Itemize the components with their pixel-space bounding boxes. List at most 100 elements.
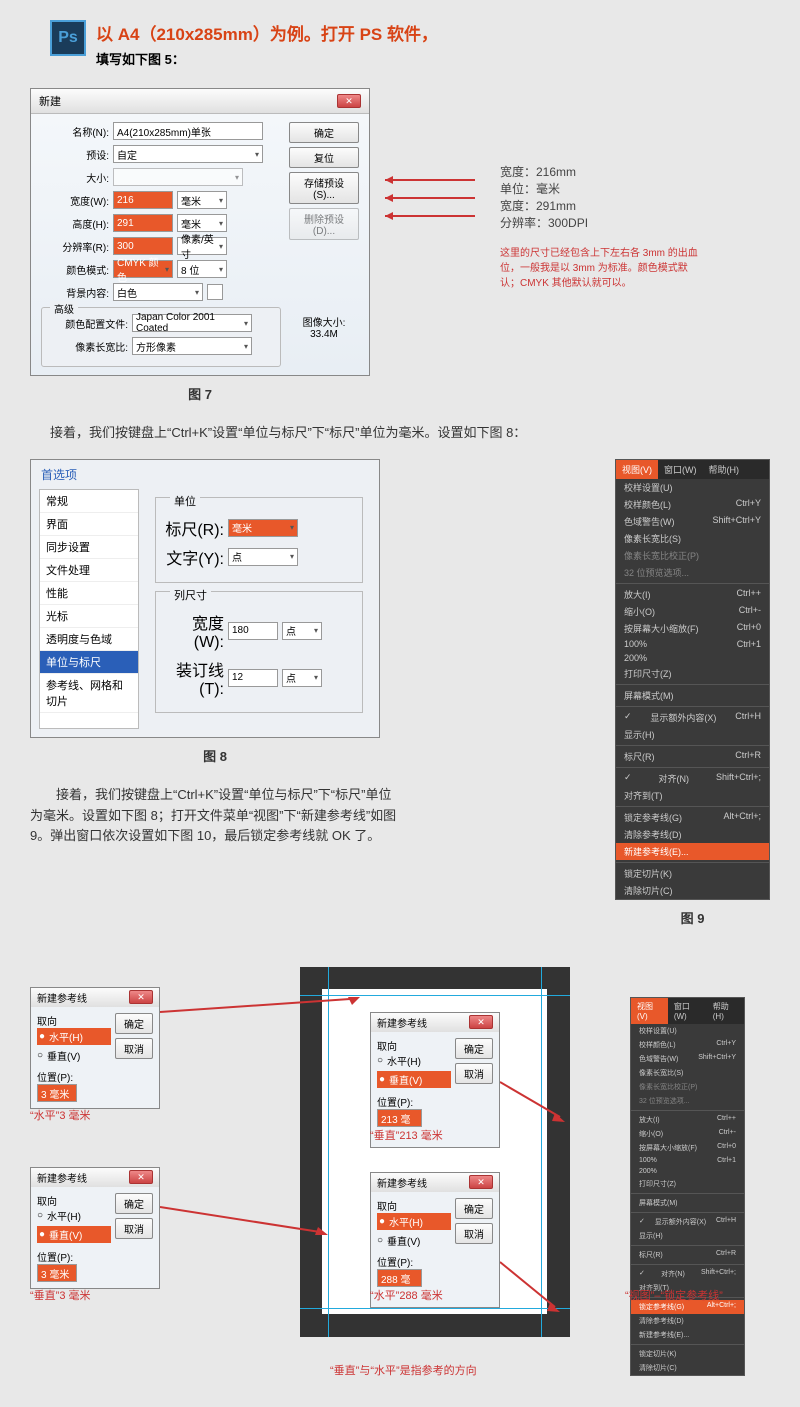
radio-v[interactable]: ○ 垂直(V) [377,1233,451,1248]
sidebar-item[interactable]: 界面 [40,513,138,536]
menu-item[interactable]: 200% [631,1166,744,1177]
menu-item[interactable]: 显示额外内容(X)Ctrl+H [631,1215,744,1229]
sidebar-item[interactable]: 性能 [40,582,138,605]
menu-item[interactable]: 锁定切片(K) [631,1347,744,1361]
close-icon[interactable]: ✕ [469,1015,493,1029]
save-preset-button[interactable]: 存储预设(S)... [289,172,359,204]
ok-button[interactable]: 确定 [115,1013,153,1034]
ruler-select[interactable]: 毫米 [228,519,298,537]
sidebar-item[interactable]: 单位与标尺 [40,651,138,674]
radio-h[interactable]: ● 水平(H) [377,1213,451,1230]
cancel-button[interactable]: 复位 [289,147,359,168]
menu-item[interactable]: 200% [616,651,769,665]
ok-button[interactable]: 确定 [455,1198,493,1219]
menu-item[interactable]: 100%Ctrl+1 [616,637,769,651]
radio-h[interactable]: ○ 水平(H) [377,1053,451,1068]
bits-select[interactable]: 8 位 [177,260,227,278]
pos-input[interactable]: 213 毫米 [377,1109,422,1127]
menu-item[interactable]: 按屏幕大小缩放(F)Ctrl+0 [616,620,769,637]
menu-item[interactable]: 屏幕模式(M) [616,687,769,704]
menu-item[interactable]: 像素长宽比(S) [631,1066,744,1080]
sidebar-item[interactable]: 参考线、网格和切片 [40,674,138,713]
cancel-button[interactable]: 取消 [455,1063,493,1084]
ok-button[interactable]: 确定 [115,1193,153,1214]
col-width-unit[interactable]: 点 [282,622,322,640]
menu-item[interactable]: 校样颜色(L)Ctrl+Y [631,1038,744,1052]
radio-h[interactable]: ● 水平(H) [37,1028,111,1045]
close-icon[interactable]: ✕ [469,1175,493,1189]
menu-item[interactable]: 对齐(N)Shift+Ctrl+; [616,770,769,787]
cancel-button[interactable]: 取消 [115,1218,153,1239]
menu-item[interactable]: 清除参考线(D) [631,1314,744,1328]
close-icon[interactable]: ✕ [337,94,361,108]
menu-item[interactable]: 像素长宽比(S) [616,530,769,547]
menu-item[interactable]: 显示(H) [631,1229,744,1243]
res-input[interactable] [113,237,173,255]
gutter-unit[interactable]: 点 [282,669,322,687]
sidebar-item[interactable]: 透明度与色域 [40,628,138,651]
menu-tab-help[interactable]: 帮助(H) [703,460,746,479]
menu-tab-window[interactable]: 窗口(W) [658,460,703,479]
menu-item[interactable]: 缩小(O)Ctrl+- [631,1127,744,1141]
menu-item[interactable]: 清除切片(C) [616,882,769,899]
menu-item[interactable]: 锁定参考线(G)Alt+Ctrl+; [616,809,769,826]
radio-h[interactable]: ○ 水平(H) [37,1208,111,1223]
menu-item[interactable]: 打印尺寸(Z) [631,1177,744,1191]
menu-item[interactable]: 屏幕模式(M) [631,1196,744,1210]
height-unit-select[interactable]: 毫米 [177,214,227,232]
height-input[interactable] [113,214,173,232]
bg-select[interactable]: 白色 [113,283,203,301]
menu-item[interactable]: 按屏幕大小缩放(F)Ctrl+0 [631,1141,744,1155]
mode-select[interactable]: CMYK 颜色 [113,260,173,278]
radio-v[interactable]: ● 垂直(V) [377,1071,451,1088]
pos-input[interactable]: 288 毫米 [377,1269,422,1287]
menu-item[interactable]: 锁定切片(K) [616,865,769,882]
close-icon[interactable]: ✕ [129,990,153,1004]
sidebar-item[interactable]: 光标 [40,605,138,628]
menu-item[interactable]: 校样设置(U) [631,1024,744,1038]
name-input[interactable] [113,122,263,140]
sidebar-item[interactable]: 同步设置 [40,536,138,559]
pos-input[interactable]: 3 毫米 [37,1264,77,1282]
menu-item[interactable]: 标尺(R)Ctrl+R [631,1248,744,1262]
cancel-button[interactable]: 取消 [115,1038,153,1059]
ok-button[interactable]: 确定 [455,1038,493,1059]
menu-item[interactable]: 放大(I)Ctrl++ [616,586,769,603]
menu-item[interactable]: 色域警告(W)Shift+Ctrl+Y [616,513,769,530]
menu-item[interactable]: 像素长宽比校正(P) [616,547,769,564]
menu-item[interactable]: 32 位预览选项... [616,564,769,581]
preset-select[interactable]: 自定 [113,145,263,163]
menu-item[interactable]: 新建参考线(E)... [616,843,769,860]
close-icon[interactable]: ✕ [129,1170,153,1184]
menu-item[interactable]: 打印尺寸(Z) [616,665,769,682]
menu-item[interactable]: 标尺(R)Ctrl+R [616,748,769,765]
sidebar-item[interactable]: 常规 [40,490,138,513]
menu-item[interactable]: 清除参考线(D) [616,826,769,843]
menu-item[interactable]: 色域警告(W)Shift+Ctrl+Y [631,1052,744,1066]
menu-item[interactable]: 放大(I)Ctrl++ [631,1113,744,1127]
pos-input[interactable]: 3 毫米 [37,1084,77,1102]
ok-button[interactable]: 确定 [289,122,359,143]
menu-item[interactable]: 校样颜色(L)Ctrl+Y [616,496,769,513]
aspect-select[interactable]: 方形像素 [132,337,252,355]
menu-item[interactable]: 对齐到(T) [616,787,769,804]
radio-v[interactable]: ● 垂直(V) [37,1226,111,1243]
menu-tab-view[interactable]: 视图(V) [616,460,658,479]
col-width-input[interactable] [228,622,278,640]
gutter-input[interactable] [228,669,278,687]
menu-item[interactable]: 像素长宽比校正(P) [631,1080,744,1094]
radio-v[interactable]: ○ 垂直(V) [37,1048,111,1063]
menu-item[interactable]: 新建参考线(E)... [631,1328,744,1342]
menu-item[interactable]: 32 位预览选项... [631,1094,744,1108]
width-input[interactable] [113,191,173,209]
menu-item[interactable]: 100%Ctrl+1 [631,1155,744,1166]
menu-item[interactable]: 缩小(O)Ctrl+- [616,603,769,620]
width-unit-select[interactable]: 毫米 [177,191,227,209]
res-unit-select[interactable]: 像素/英寸 [177,237,227,255]
menu-item[interactable]: 对齐(N)Shift+Ctrl+; [631,1267,744,1281]
menu-item[interactable]: 清除切片(C) [631,1361,744,1375]
cancel-button[interactable]: 取消 [455,1223,493,1244]
profile-select[interactable]: Japan Color 2001 Coated [132,314,252,332]
text-unit-select[interactable]: 点 [228,548,298,566]
menu-item[interactable]: 显示额外内容(X)Ctrl+H [616,709,769,726]
